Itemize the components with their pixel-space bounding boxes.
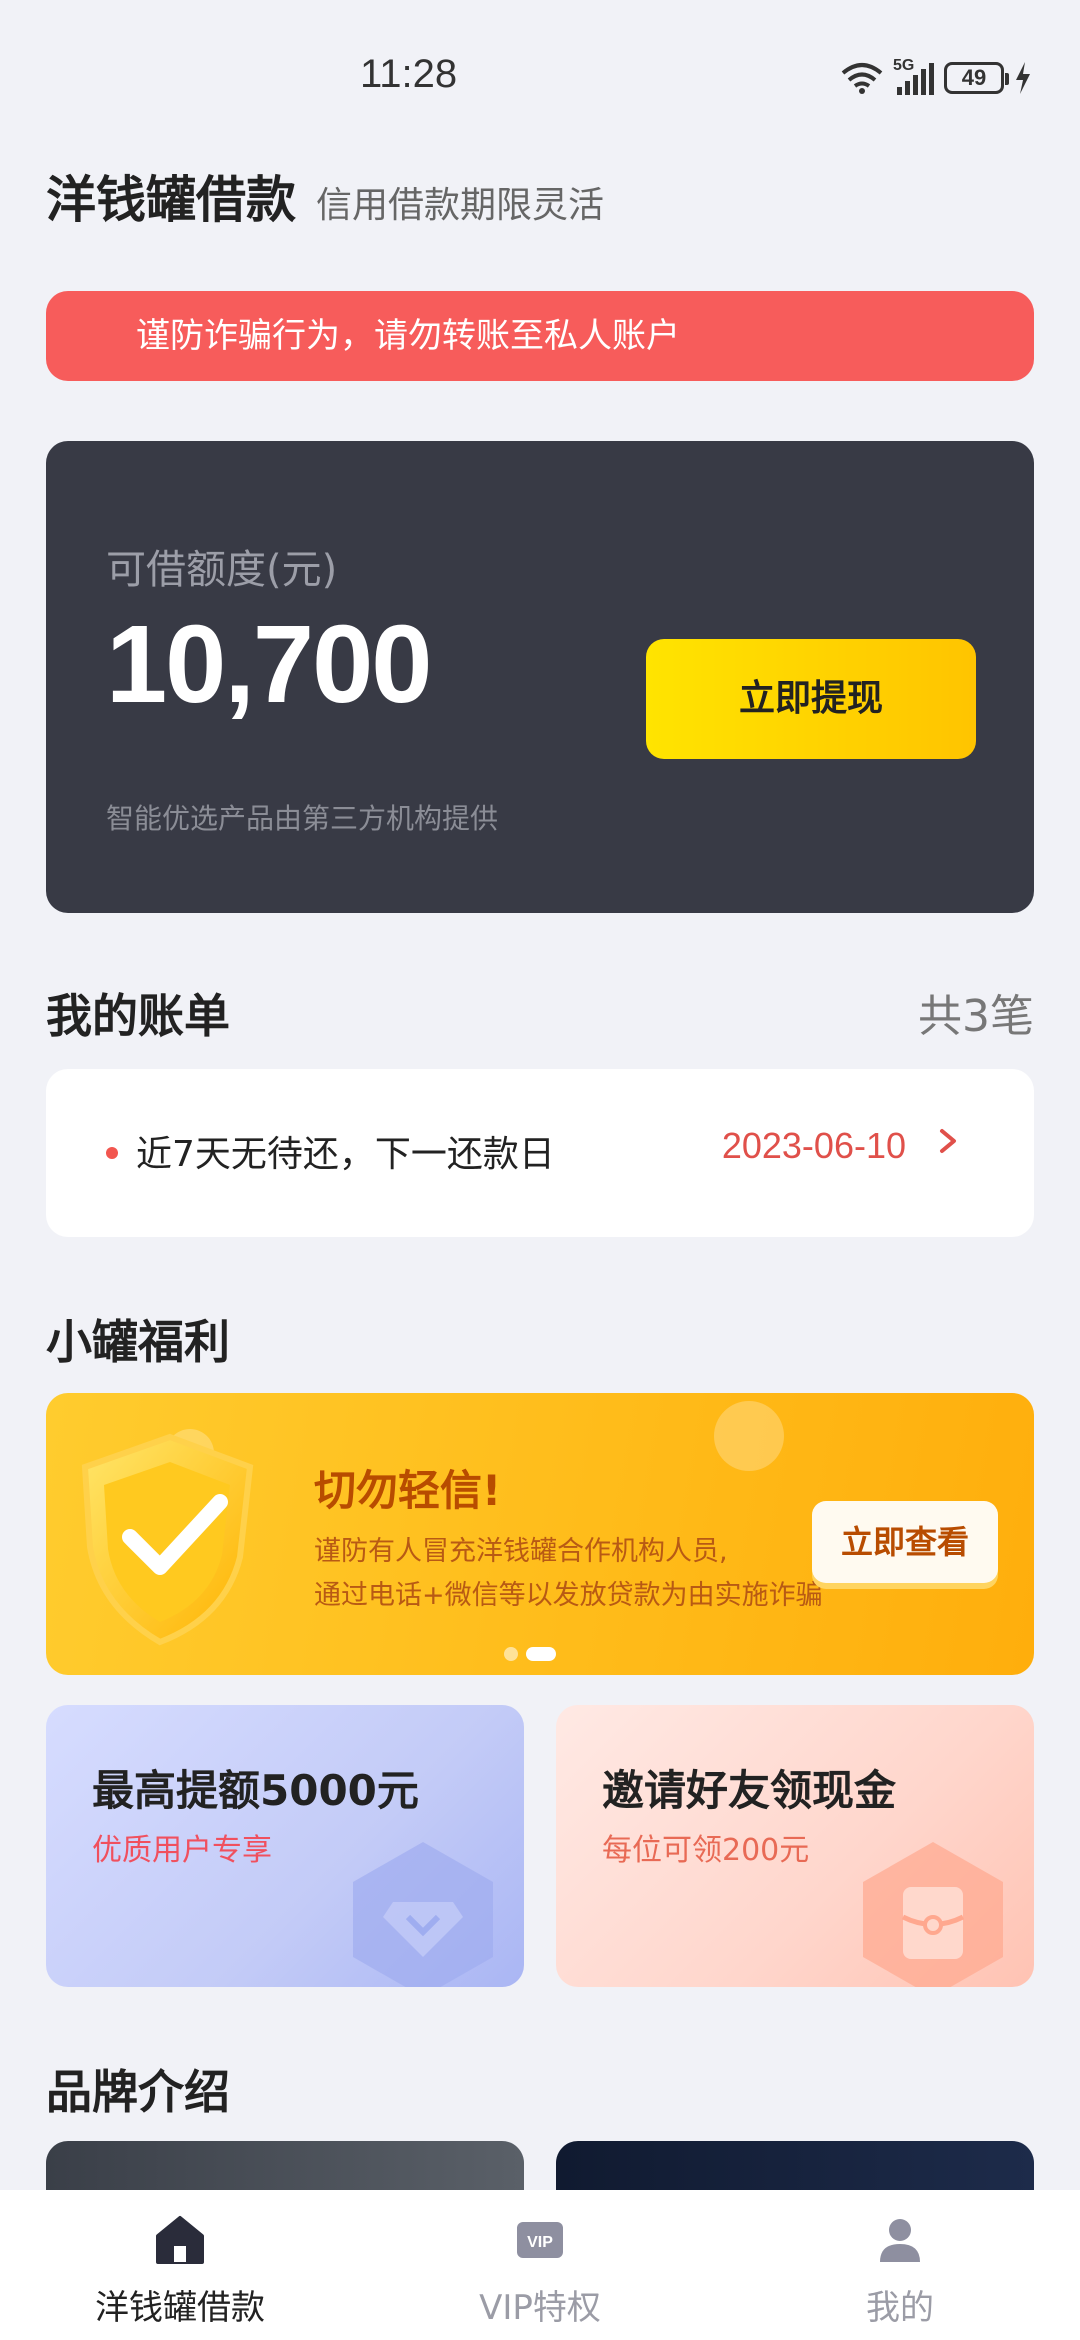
svg-text:VIP: VIP [527,2234,553,2251]
charging-icon [1016,62,1030,94]
promo-title: 切勿轻信! [314,1466,502,1515]
app-title: 洋钱罐借款 [46,171,296,229]
next-repayment-date: 2023-06-10 [721,1125,906,1166]
tab-mine[interactable]: 我的 [720,2190,1080,2340]
fraud-warning-banner[interactable]: 谨防诈骗行为，请勿转账至私人账户 [46,291,1034,381]
bill-summary-card[interactable]: 近7天无待还，下一还款日 2023-06-10 [46,1069,1034,1237]
status-bar: 11:28 5G 49 [0,0,1080,160]
diamond-icon [353,1842,493,1987]
credit-limit-amount: 10,700 [106,603,432,726]
promo-line-2: 通过电话+微信等以发放贷款为由实施诈骗 [314,1580,823,1611]
tab-vip[interactable]: VIP VIP特权 [360,2190,720,2340]
anti-fraud-promo-banner[interactable]: 切勿轻信! 谨防有人冒充洋钱罐合作机构人员, 通过电话+微信等以发放贷款为由实施… [46,1393,1034,1675]
bills-count[interactable]: 共3笔 [918,980,1034,1044]
status-dot [106,1147,118,1159]
shield-check-icon [81,1433,254,1646]
carousel-indicator [504,1647,556,1661]
status-icons: 5G 49 [841,57,1032,98]
view-now-button[interactable]: 立即查看 [812,1501,998,1583]
carousel-dot[interactable] [504,1647,518,1661]
perks-section-title: 小罐福利 [46,1315,230,1369]
tab-label: 洋钱罐借款 [95,2288,265,2328]
signal-icon: 5G [893,57,934,95]
home-icon [156,2216,204,2264]
bottom-tab-bar: 洋钱罐借款 VIP VIP特权 我的 [0,2190,1080,2340]
withdraw-button[interactable]: 立即提现 [646,639,976,759]
perk-title: 邀请好友领现金 [602,1766,897,1815]
warning-text: 谨防诈骗行为，请勿转账至私人账户 [136,316,680,356]
vip-icon: VIP [517,2222,563,2258]
red-packet-icon [863,1842,1003,1987]
bill-status-text: 近7天无待还，下一还款日 [136,1134,555,1175]
network-type: 5G [893,57,915,74]
bills-section-title: 我的账单 [46,989,230,1043]
credit-limit-label: 可借额度(元) [106,547,338,593]
decor-bubble [714,1401,784,1471]
carousel-dot-active[interactable] [526,1647,556,1661]
brand-section-title: 品牌介绍 [46,2065,230,2119]
status-time: 11:28 [360,52,458,96]
tab-loan-home[interactable]: 洋钱罐借款 [0,2190,360,2340]
tab-label: 我的 [866,2288,934,2328]
user-icon [880,2219,920,2262]
credit-limit-card: 可借额度(元) 10,700 智能优选产品由第三方机构提供 立即提现 [46,441,1034,913]
perk-title: 最高提额5000元 [92,1766,419,1815]
app-subtitle: 信用借款期限灵活 [316,185,605,226]
wifi-icon [841,63,883,94]
battery-icon: 49 [944,62,1009,94]
perk-subtitle: 每位可领200元 [602,1833,810,1868]
raise-limit-card[interactable]: 最高提额5000元 优质用户专享 [46,1705,524,1987]
chevron-right-icon [938,1121,960,1171]
invite-friends-card[interactable]: 邀请好友领现金 每位可领200元 [556,1705,1034,1987]
tab-label: VIP特权 [479,2288,601,2328]
perk-subtitle: 优质用户专享 [92,1833,272,1868]
credit-provider-note: 智能优选产品由第三方机构提供 [106,802,499,835]
promo-line-1: 谨防有人冒充洋钱罐合作机构人员, [314,1536,728,1567]
page-header: 洋钱罐借款 信用借款期限灵活 [46,160,604,232]
